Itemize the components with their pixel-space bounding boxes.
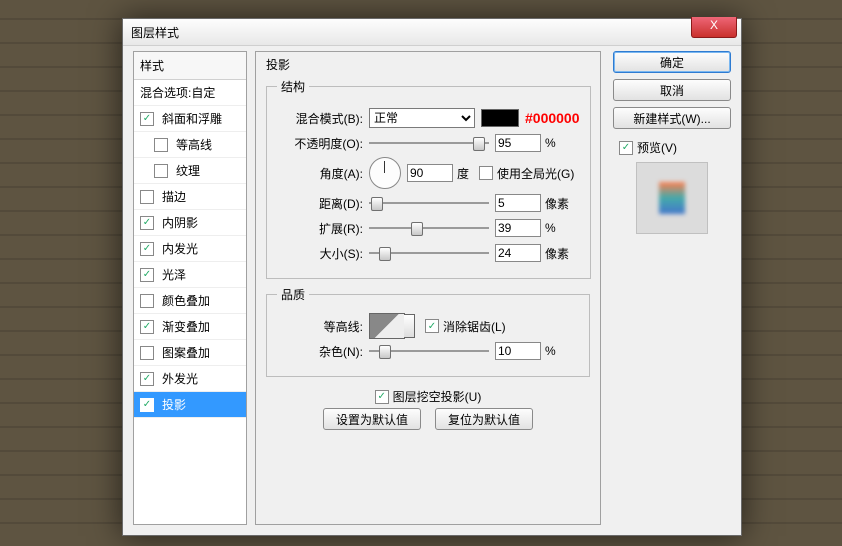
style-item-label: 斜面和浮雕: [162, 110, 222, 127]
style-item-checkbox[interactable]: ✓: [140, 216, 154, 230]
style-item-9[interactable]: 图案叠加: [134, 340, 246, 366]
blend-mode-select[interactable]: 正常: [369, 108, 475, 128]
preview-thumbnail: [636, 162, 708, 234]
noise-input[interactable]: [495, 342, 541, 360]
style-item-label: 光泽: [162, 266, 186, 283]
set-default-button[interactable]: 设置为默认值: [323, 408, 421, 430]
style-item-label: 图案叠加: [162, 344, 210, 361]
quality-legend: 品质: [277, 286, 309, 303]
new-style-button[interactable]: 新建样式(W)...: [613, 107, 731, 129]
spread-slider[interactable]: [369, 221, 489, 235]
style-item-checkbox[interactable]: [140, 294, 154, 308]
angle-label: 角度(A):: [277, 165, 363, 182]
style-item-4[interactable]: ✓ 内阴影: [134, 210, 246, 236]
contour-picker[interactable]: [369, 313, 405, 339]
spread-unit: %: [545, 221, 556, 235]
knockout-checkbox[interactable]: ✓: [375, 390, 389, 404]
antialiased-label: 消除锯齿(L): [443, 318, 506, 335]
size-unit: 像素: [545, 245, 569, 262]
ok-button[interactable]: 确定: [613, 51, 731, 73]
distance-slider[interactable]: [369, 196, 489, 210]
structure-group: 结构 混合模式(B): 正常 #000000 不透明度(O): % 角: [266, 78, 591, 279]
style-item-checkbox[interactable]: ✓: [140, 398, 154, 412]
style-item-label: 内发光: [162, 240, 198, 257]
style-item-checkbox[interactable]: [140, 190, 154, 204]
style-item-checkbox[interactable]: [154, 164, 168, 178]
noise-slider[interactable]: [369, 344, 489, 358]
angle-unit: 度: [457, 165, 469, 182]
style-item-0[interactable]: ✓ 斜面和浮雕: [134, 106, 246, 132]
style-item-checkbox[interactable]: [154, 138, 168, 152]
style-item-checkbox[interactable]: [140, 346, 154, 360]
style-item-8[interactable]: ✓ 渐变叠加: [134, 314, 246, 340]
style-item-label: 颜色叠加: [162, 292, 210, 309]
style-item-label: 描边: [162, 188, 186, 205]
cancel-button[interactable]: 取消: [613, 79, 731, 101]
contour-label: 等高线:: [277, 318, 363, 335]
effect-panel: 投影 结构 混合模式(B): 正常 #000000 不透明度(O): %: [255, 51, 601, 525]
style-item-label: 投影: [162, 396, 186, 413]
style-item-label: 渐变叠加: [162, 318, 210, 335]
style-item-checkbox[interactable]: ✓: [140, 242, 154, 256]
noise-unit: %: [545, 344, 556, 358]
knockout-label: 图层挖空投影(U): [393, 388, 482, 405]
style-item-label: 等高线: [176, 136, 212, 153]
opacity-label: 不透明度(O):: [277, 135, 363, 152]
spread-input[interactable]: [495, 219, 541, 237]
distance-unit: 像素: [545, 195, 569, 212]
quality-group: 品质 等高线: ✓ 消除锯齿(L) 杂色(N): %: [266, 286, 590, 377]
styles-header[interactable]: 样式: [134, 52, 246, 80]
style-item-3[interactable]: 描边: [134, 184, 246, 210]
close-icon: X: [710, 18, 718, 32]
color-hex-annotation: #000000: [525, 110, 580, 126]
opacity-input[interactable]: [495, 134, 541, 152]
distance-label: 距离(D):: [277, 195, 363, 212]
blend-mode-label: 混合模式(B):: [277, 110, 363, 127]
preview-image: [659, 182, 685, 214]
noise-label: 杂色(N):: [277, 343, 363, 360]
global-light-label: 使用全局光(G): [497, 165, 574, 182]
close-button[interactable]: X: [691, 17, 737, 38]
layer-style-dialog: 图层样式 X 样式 混合选项:自定 ✓斜面和浮雕等高线纹理描边✓内阴影✓内发光✓…: [122, 18, 742, 536]
window-title: 图层样式: [131, 24, 179, 41]
style-item-10[interactable]: ✓ 外发光: [134, 366, 246, 392]
styles-list: 样式 混合选项:自定 ✓ 斜面和浮雕等高线纹理描边 ✓ 内阴影 ✓ 内发光 ✓ 光泽颜色叠加 ✓…: [133, 51, 247, 525]
style-item-1[interactable]: 等高线: [134, 132, 246, 158]
preview-checkbox[interactable]: ✓: [619, 141, 633, 155]
antialiased-checkbox[interactable]: ✓: [425, 319, 439, 333]
opacity-slider[interactable]: [369, 136, 489, 150]
style-item-checkbox[interactable]: ✓: [140, 320, 154, 334]
angle-input[interactable]: [407, 164, 453, 182]
style-item-checkbox[interactable]: ✓: [140, 112, 154, 126]
style-item-7[interactable]: 颜色叠加: [134, 288, 246, 314]
size-input[interactable]: [495, 244, 541, 262]
structure-legend: 结构: [277, 78, 309, 95]
style-item-checkbox[interactable]: ✓: [140, 372, 154, 386]
style-item-label: 外发光: [162, 370, 198, 387]
size-slider[interactable]: [369, 246, 489, 260]
style-item-11[interactable]: ✓ 投影: [134, 392, 246, 418]
style-item-label: 内阴影: [162, 214, 198, 231]
opacity-unit: %: [545, 136, 556, 150]
style-item-5[interactable]: ✓ 内发光: [134, 236, 246, 262]
style-item-6[interactable]: ✓ 光泽: [134, 262, 246, 288]
shadow-color-swatch[interactable]: [481, 109, 519, 127]
dialog-buttons: 确定 取消 新建样式(W)... ✓ 预览(V): [613, 51, 731, 234]
global-light-checkbox[interactable]: [479, 166, 493, 180]
blend-options-row[interactable]: 混合选项:自定: [134, 80, 246, 106]
panel-title: 投影: [266, 56, 290, 73]
distance-input[interactable]: [495, 194, 541, 212]
spread-label: 扩展(R):: [277, 220, 363, 237]
style-item-checkbox[interactable]: ✓: [140, 268, 154, 282]
titlebar[interactable]: 图层样式 X: [123, 19, 741, 46]
style-item-label: 纹理: [176, 162, 200, 179]
preview-label: 预览(V): [637, 139, 677, 156]
style-item-2[interactable]: 纹理: [134, 158, 246, 184]
size-label: 大小(S):: [277, 245, 363, 262]
angle-dial[interactable]: [369, 157, 401, 189]
reset-default-button[interactable]: 复位为默认值: [435, 408, 533, 430]
